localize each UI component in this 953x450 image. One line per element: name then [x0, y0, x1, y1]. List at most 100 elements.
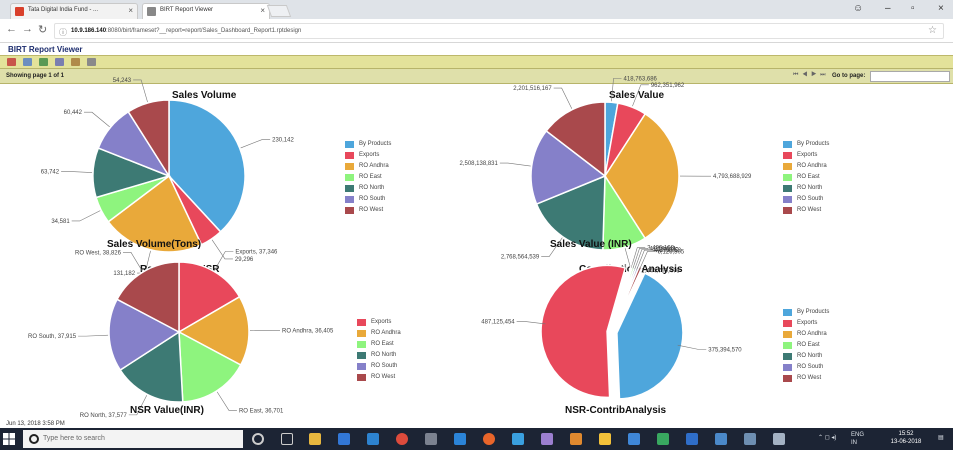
- profile-icon[interactable]: ☺: [853, 3, 863, 14]
- clock-time: 15:52: [898, 431, 914, 437]
- app-icon[interactable]: [599, 433, 611, 445]
- maximize-icon[interactable]: ▫: [911, 3, 915, 14]
- legend-swatch: [345, 196, 354, 203]
- clock-date: 13-06-2018: [890, 439, 922, 445]
- chrome-icon[interactable]: [396, 433, 408, 445]
- legend-swatch: [783, 331, 792, 338]
- close-tab-icon[interactable]: ×: [260, 6, 265, 15]
- app-icon[interactable]: [773, 433, 785, 445]
- data-label: 375,394,570: [708, 347, 742, 353]
- legend-label: RO North: [797, 353, 823, 359]
- legend-label: RO Andhra: [797, 331, 827, 337]
- app-icon[interactable]: [512, 433, 524, 445]
- leader-line: [83, 111, 110, 128]
- legend-label: RO East: [359, 174, 382, 180]
- legend-label: RO East: [371, 341, 394, 347]
- site-info-icon[interactable]: ⓘ: [59, 27, 67, 38]
- legend-label: RO North: [359, 185, 385, 191]
- app-icon[interactable]: [686, 433, 698, 445]
- minimize-icon[interactable]: –: [885, 3, 891, 14]
- leader-line: [553, 87, 573, 109]
- legend-swatch: [783, 141, 792, 148]
- app-icon[interactable]: [744, 433, 756, 445]
- new-tab-button[interactable]: [266, 5, 292, 17]
- pie-slice: [540, 264, 627, 399]
- windows-start-icon[interactable]: [3, 433, 15, 445]
- cortana-icon[interactable]: [252, 433, 264, 445]
- file-explorer-icon[interactable]: [309, 433, 321, 445]
- legend-label: RO South: [359, 196, 386, 202]
- search-placeholder: Type here to search: [43, 435, 105, 442]
- cmd-icon[interactable]: [425, 433, 437, 445]
- legend-label: RO Andhra: [359, 163, 389, 169]
- chart-subtitle: NSR-ContribAnalysis: [565, 405, 667, 416]
- reload-icon[interactable]: ↻: [38, 23, 47, 36]
- data-label: 4,793,688,929: [713, 174, 752, 180]
- browser-tab[interactable]: BIRT Report Viewer ×: [142, 3, 270, 19]
- legend-swatch: [345, 141, 354, 148]
- report-content: Sales Volume 230,142 29,296 131,182 34,581 6…: [0, 76, 953, 425]
- store-icon[interactable]: [367, 433, 379, 445]
- tab-title: Tata Digital India Fund - ...: [28, 7, 99, 13]
- toc-icon[interactable]: [7, 58, 16, 66]
- data-label: 230,142: [272, 138, 294, 144]
- browser-tab[interactable]: Tata Digital India Fund - ... ×: [10, 3, 138, 19]
- export-data-icon[interactable]: [39, 58, 48, 66]
- forward-icon[interactable]: →: [22, 23, 33, 35]
- app-icon[interactable]: [657, 433, 669, 445]
- leader-line: [71, 210, 101, 222]
- pie-chart-contribution-analysis: 375,394,570487,125,4543,406,1024,219,841…: [481, 246, 742, 400]
- taskbar-clock[interactable]: 15:52 13-06-2018: [880, 430, 932, 446]
- data-label: RO South, 37,915: [28, 334, 77, 340]
- taskbar-search-input[interactable]: Type here to search: [23, 430, 243, 448]
- legend-label: By Products: [359, 141, 392, 147]
- legend-label: RO Andhra: [371, 330, 401, 336]
- outlook-icon[interactable]: [454, 433, 466, 445]
- app-icon[interactable]: [570, 433, 582, 445]
- data-label: 2,768,564,539: [501, 255, 540, 261]
- legend-swatch: [783, 174, 792, 181]
- app-icon[interactable]: [541, 433, 553, 445]
- goto-page-input[interactable]: [870, 71, 950, 82]
- data-label: RO Andhra, 36,405: [282, 328, 334, 334]
- bookmark-star-icon[interactable]: ☆: [928, 25, 937, 36]
- legend-label: RO South: [797, 364, 824, 370]
- legend-swatch: [357, 374, 366, 381]
- back-icon[interactable]: ←: [6, 23, 17, 35]
- data-label: RO West, 38,826: [75, 250, 122, 256]
- tray-icons[interactable]: ⌃ ◻ ◂): [818, 434, 836, 441]
- legend-swatch: [345, 185, 354, 192]
- pie-chart-sales-volume: 230,14229,296131,18234,58163,74260,44254…: [41, 78, 295, 277]
- export-report-icon[interactable]: [55, 58, 64, 66]
- task-view-icon[interactable]: [281, 433, 293, 445]
- legend-swatch: [783, 152, 792, 159]
- legend-swatch: [357, 330, 366, 337]
- legend-swatch: [357, 352, 366, 359]
- edge-icon[interactable]: [338, 433, 350, 445]
- legend-swatch: [783, 320, 792, 327]
- language-indicator[interactable]: ENG IN: [851, 431, 864, 447]
- app-icon[interactable]: [628, 433, 640, 445]
- close-window-icon[interactable]: ×: [938, 3, 944, 14]
- report-timestamp: Jun 13, 2018 3:58 PM: [6, 421, 65, 427]
- legend-swatch: [345, 207, 354, 214]
- parameters-icon[interactable]: [23, 58, 32, 66]
- url-input[interactable]: ⓘ 10.9.186.140:8080/birt/frameset?__repo…: [54, 23, 944, 39]
- legend-swatch: [783, 207, 792, 214]
- legend-label: RO Andhra: [797, 163, 827, 169]
- print-icon[interactable]: [71, 58, 80, 66]
- url-host: 10.9.186.140: [71, 28, 107, 34]
- browser-address-bar: ← → ↻ ⓘ 10.9.186.140:8080/birt/frameset?…: [0, 19, 953, 43]
- firefox-icon[interactable]: [483, 433, 495, 445]
- legend-label: RO West: [371, 374, 396, 380]
- legend-swatch: [783, 185, 792, 192]
- leader-line: [122, 252, 143, 272]
- legend-swatch: [783, 309, 792, 316]
- legend-label: Exports: [797, 320, 818, 326]
- page-navigation-icons[interactable]: ⏮ ◀ ▶ ⏭: [793, 72, 827, 79]
- close-tab-icon[interactable]: ×: [128, 6, 133, 15]
- print-server-icon[interactable]: [87, 58, 96, 66]
- goto-page-label: Go to page:: [832, 73, 866, 79]
- app-icon[interactable]: [715, 433, 727, 445]
- notifications-icon[interactable]: ▤: [938, 434, 944, 441]
